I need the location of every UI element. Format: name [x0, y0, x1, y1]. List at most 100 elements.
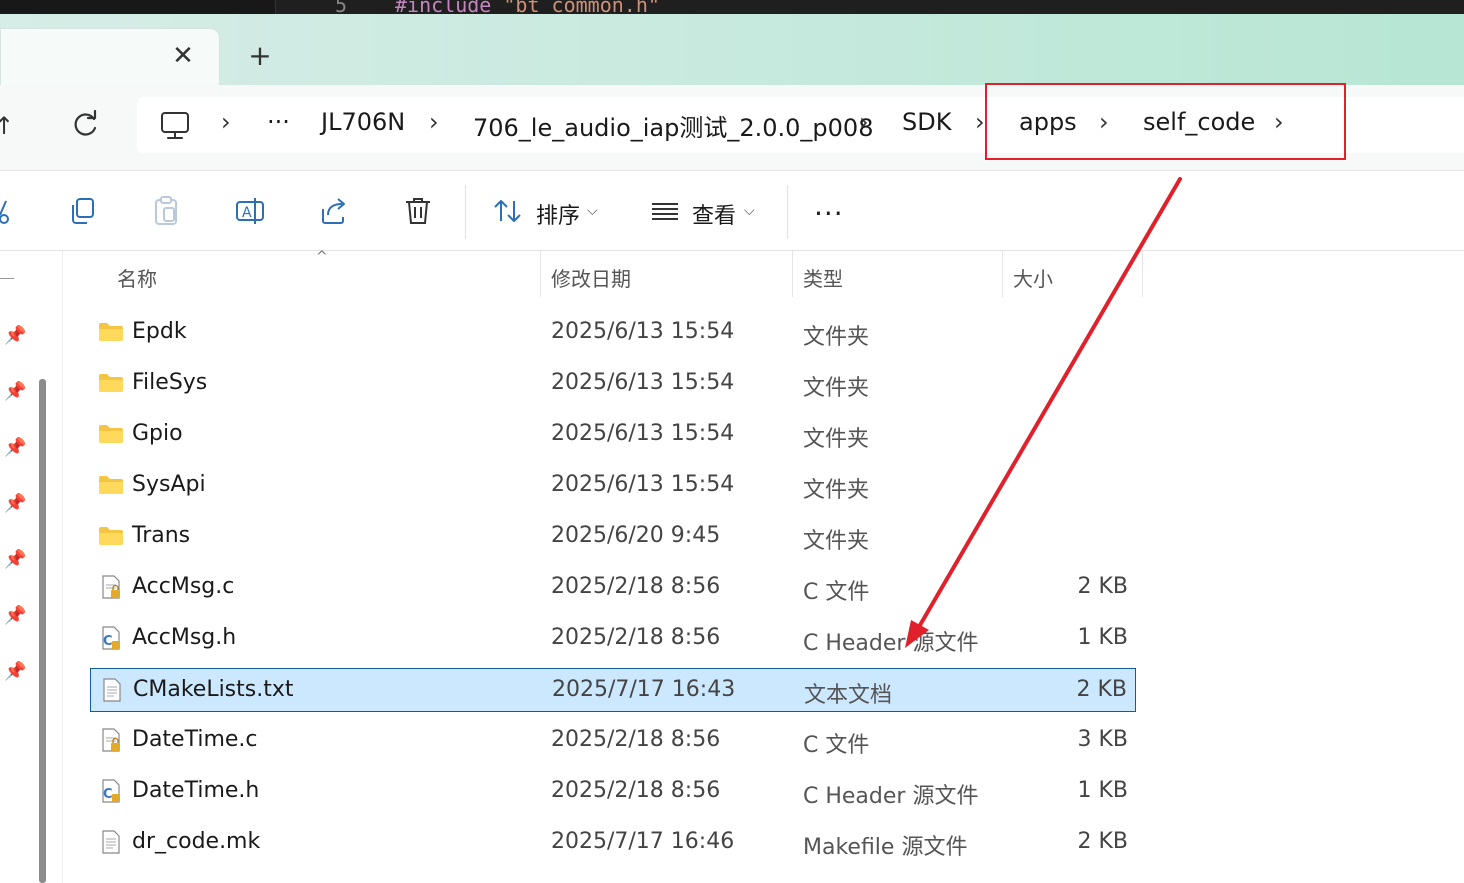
pin-icon[interactable]: 📌	[4, 661, 26, 683]
file-row[interactable]: Trans 2025/6/20 9:45 文件夹	[90, 515, 1136, 559]
cut-icon[interactable]	[0, 195, 18, 227]
sort-button[interactable]: 排序	[536, 198, 580, 230]
navigation-pane: 📌 📌 📌 📌 📌 📌 📌	[0, 251, 63, 883]
column-divider[interactable]	[540, 251, 541, 297]
file-row[interactable]: dr_code.mk 2025/7/17 16:46 Makefile 源文件 2 K…	[90, 821, 1136, 865]
file-name: Trans	[132, 523, 191, 548]
chevron-down-icon[interactable]: ⌵	[744, 203, 755, 219]
file-date-modified: 2025/6/13 15:54	[551, 319, 735, 344]
file-row[interactable]: C AccMsg.h 2025/2/18 8:56 C Header 源文件 1 KB	[90, 617, 1136, 661]
file-name: AccMsg.c	[132, 574, 235, 599]
file-row[interactable]: CMakeLists.txt 2025/7/17 16:43 文本文档 2 KB	[90, 668, 1136, 712]
more-options-icon[interactable]: ···	[814, 197, 848, 230]
refresh-icon[interactable]	[68, 109, 102, 143]
breadcrumb-item-project[interactable]: 706_le_audio_iap测试_2.0.0_p008	[473, 108, 873, 143]
file-name: AccMsg.h	[132, 625, 237, 650]
copy-icon[interactable]	[67, 195, 99, 227]
sort-ascending-icon: ^	[316, 249, 328, 265]
breadcrumb-chevron-icon[interactable]: ›	[429, 108, 439, 136]
view-button[interactable]: 查看	[692, 198, 736, 230]
file-row[interactable]: AccMsg.c 2025/2/18 8:56 C 文件 2 KB	[90, 566, 1136, 610]
c-file-icon	[98, 727, 124, 753]
command-toolbar: A 排序 ⌵ 查看 ⌵ ···	[0, 170, 1464, 251]
new-tab-button[interactable]: +	[245, 42, 275, 72]
file-type: C 文件	[803, 580, 870, 605]
file-size: 2 KB	[1077, 574, 1128, 599]
breadcrumb-item-jl706n[interactable]: JL706N	[321, 108, 405, 136]
chevron-down-icon[interactable]: ⌵	[587, 203, 598, 219]
delete-icon[interactable]	[402, 195, 434, 227]
h-file-icon: C	[98, 778, 124, 804]
file-row[interactable]: Gpio 2025/6/13 15:54 文件夹	[90, 413, 1136, 457]
tab-close-icon[interactable]: ✕	[171, 43, 195, 69]
file-date-modified: 2025/2/18 8:56	[551, 625, 721, 650]
file-name: dr_code.mk	[132, 829, 261, 854]
column-header-name[interactable]: 名称	[117, 263, 157, 292]
file-size: 1 KB	[1077, 778, 1128, 803]
file-row[interactable]: FileSys 2025/6/13 15:54 文件夹	[90, 362, 1136, 406]
file-row[interactable]: C DateTime.h 2025/2/18 8:56 C Header 源文件 1 K…	[90, 770, 1136, 814]
breadcrumb-overflow-button[interactable]: ···	[267, 108, 290, 136]
pin-icon[interactable]: 📌	[4, 325, 26, 347]
c-file-icon	[98, 574, 124, 600]
this-pc-icon[interactable]	[159, 111, 191, 141]
file-date-modified: 2025/6/13 15:54	[551, 421, 735, 446]
svg-text:C: C	[103, 634, 113, 649]
background-code-editor-strip: 5 #include "bt_common.h"	[0, 0, 1464, 14]
view-icon[interactable]	[649, 195, 681, 227]
file-type: C 文件	[803, 733, 870, 758]
breadcrumb-item-sdk[interactable]: SDK	[902, 108, 951, 136]
breadcrumb-chevron-icon[interactable]: ›	[221, 108, 231, 136]
file-type: 文本文档	[804, 683, 893, 708]
navigation-scrollbar[interactable]	[39, 379, 46, 883]
editor-gutter	[0, 0, 276, 14]
file-date-modified: 2025/2/18 8:56	[551, 574, 721, 599]
pin-icon[interactable]: 📌	[4, 493, 26, 515]
file-type: 文件夹	[803, 376, 870, 401]
file-list: ^ 名称 修改日期 类型 大小 Epdk 2025/6/13 15:54 文件夹 Fi…	[63, 249, 1464, 883]
column-divider[interactable]	[792, 251, 793, 297]
file-type: 文件夹	[803, 427, 870, 452]
file-name: SysApi	[132, 472, 206, 497]
share-icon[interactable]	[318, 195, 350, 227]
h-file-icon: C	[98, 625, 124, 651]
code-string: "bt_common.h"	[503, 0, 660, 14]
pin-icon[interactable]: 📌	[4, 437, 26, 459]
paste-icon[interactable]	[150, 195, 182, 227]
file-type: C Header 源文件	[803, 631, 979, 656]
breadcrumb-chevron-icon[interactable]: ›	[975, 108, 985, 136]
explorer-tab[interactable]: ✕	[0, 28, 220, 85]
file-name: FileSys	[132, 370, 208, 395]
breadcrumb-chevron-icon[interactable]: ›	[859, 108, 869, 136]
column-divider[interactable]	[1142, 251, 1143, 297]
file-date-modified: 2025/2/18 8:56	[551, 778, 721, 803]
file-type: C Header 源文件	[803, 784, 979, 809]
column-header-size[interactable]: 大小	[1013, 263, 1053, 292]
sort-icon[interactable]	[492, 195, 524, 227]
pin-icon[interactable]: 📌	[4, 381, 26, 403]
file-date-modified: 2025/6/13 15:54	[551, 472, 735, 497]
folder-icon	[98, 421, 124, 447]
rename-icon[interactable]: A	[234, 195, 266, 227]
file-size: 2 KB	[1077, 829, 1128, 854]
file-size: 2 KB	[1076, 677, 1127, 702]
column-header-date[interactable]: 修改日期	[551, 263, 631, 292]
file-date-modified: 2025/6/13 15:54	[551, 370, 735, 395]
toolbar-separator	[465, 185, 466, 239]
text-file-icon	[98, 829, 124, 855]
file-row[interactable]: Epdk 2025/6/13 15:54 文件夹	[90, 311, 1136, 355]
file-name: Gpio	[132, 421, 183, 446]
column-header-type[interactable]: 类型	[803, 263, 843, 292]
file-row[interactable]: SysApi 2025/6/13 15:54 文件夹	[90, 464, 1136, 508]
pin-icon[interactable]: 📌	[4, 605, 26, 627]
column-divider[interactable]	[1002, 251, 1003, 297]
code-line: #include "bt_common.h"	[395, 0, 660, 14]
folder-icon	[98, 319, 124, 345]
file-size: 3 KB	[1077, 727, 1128, 752]
file-date-modified: 2025/2/18 8:56	[551, 727, 721, 752]
file-date-modified: 2025/7/17 16:46	[551, 829, 735, 854]
folder-icon	[98, 472, 124, 498]
file-row[interactable]: DateTime.c 2025/2/18 8:56 C 文件 3 KB	[90, 719, 1136, 763]
up-arrow-icon[interactable]: ↑	[0, 112, 14, 142]
pin-icon[interactable]: 📌	[4, 549, 26, 571]
